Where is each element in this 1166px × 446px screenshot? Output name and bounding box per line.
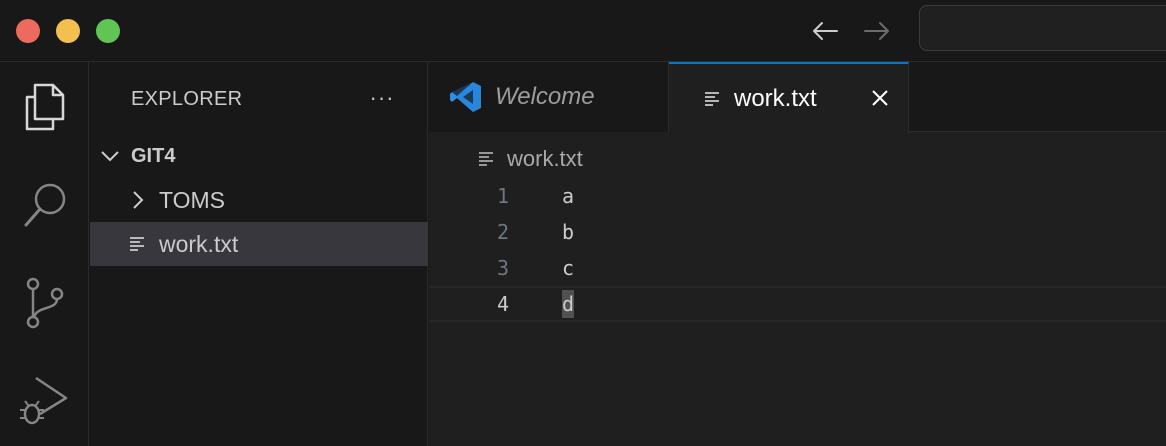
sidebar-header: EXPLORER ··· <box>90 62 428 136</box>
activity-source-control[interactable] <box>0 258 89 348</box>
go-forward-button[interactable] <box>860 14 894 48</box>
line-text: d <box>562 290 575 318</box>
minimize-window-button[interactable] <box>56 19 80 43</box>
tab-work-txt[interactable]: work.txt <box>669 62 909 133</box>
tree-item-label: TOMS <box>159 186 226 213</box>
arrow-right-icon <box>864 22 889 40</box>
arrow-left-icon <box>813 22 838 40</box>
close-icon <box>872 90 888 106</box>
close-window-button[interactable] <box>16 19 40 43</box>
editor-area: Welcome work.txt work.txt 1 a 2 b 3 c 4 … <box>429 62 1166 446</box>
tree-root-git4[interactable]: GIT4 <box>90 134 428 178</box>
line-number: 4 <box>496 292 509 316</box>
text-file-icon <box>477 149 497 169</box>
sidebar-title: EXPLORER <box>131 88 243 110</box>
code-line-current[interactable]: 4 d <box>429 286 1166 322</box>
tab-label: Welcome <box>495 83 595 110</box>
vscode-logo-icon <box>449 80 483 114</box>
line-text: b <box>562 220 575 244</box>
activity-run-debug[interactable] <box>0 356 89 446</box>
text-file-icon <box>703 89 723 109</box>
line-text: a <box>562 184 575 208</box>
activity-search[interactable] <box>0 160 89 250</box>
tree-item-label: work.txt <box>159 230 239 257</box>
run-debug-icon <box>19 376 67 425</box>
code-line[interactable]: 3 c <box>429 250 1166 286</box>
activity-explorer[interactable] <box>0 62 89 152</box>
line-number: 1 <box>496 184 509 208</box>
title-bar <box>0 0 1166 62</box>
activity-bar <box>0 62 89 446</box>
go-back-button[interactable] <box>808 14 842 48</box>
line-text: c <box>562 256 575 280</box>
tab-bar: Welcome work.txt <box>429 62 1166 133</box>
breadcrumb[interactable]: work.txt <box>477 144 583 174</box>
tree-item-toms[interactable]: TOMS <box>90 178 428 222</box>
explorer-sidebar: EXPLORER ··· GIT4 TOMS work.txt <box>90 62 428 446</box>
maximize-window-button[interactable] <box>96 19 120 43</box>
tree-root-label: GIT4 <box>131 144 176 167</box>
search-icon <box>24 183 65 227</box>
command-center-search[interactable] <box>919 5 1166 51</box>
chevron-down-icon <box>100 146 120 166</box>
code-line[interactable]: 1 a <box>429 178 1166 214</box>
source-control-icon <box>26 277 63 329</box>
text-file-icon <box>128 234 148 254</box>
breadcrumb-file-label: work.txt <box>507 146 583 171</box>
tab-welcome[interactable]: Welcome <box>429 62 669 132</box>
line-number: 2 <box>496 220 509 244</box>
code-line[interactable]: 2 b <box>429 214 1166 250</box>
close-tab-button[interactable] <box>868 86 892 110</box>
cursor-selection: d <box>562 290 575 318</box>
chevron-right-icon <box>128 190 148 210</box>
more-actions-button[interactable]: ··· <box>366 84 398 116</box>
tab-label: work.txt <box>734 84 817 112</box>
line-number: 3 <box>496 256 509 280</box>
files-icon <box>25 83 64 131</box>
tree-item-work-txt[interactable]: work.txt <box>90 222 428 266</box>
